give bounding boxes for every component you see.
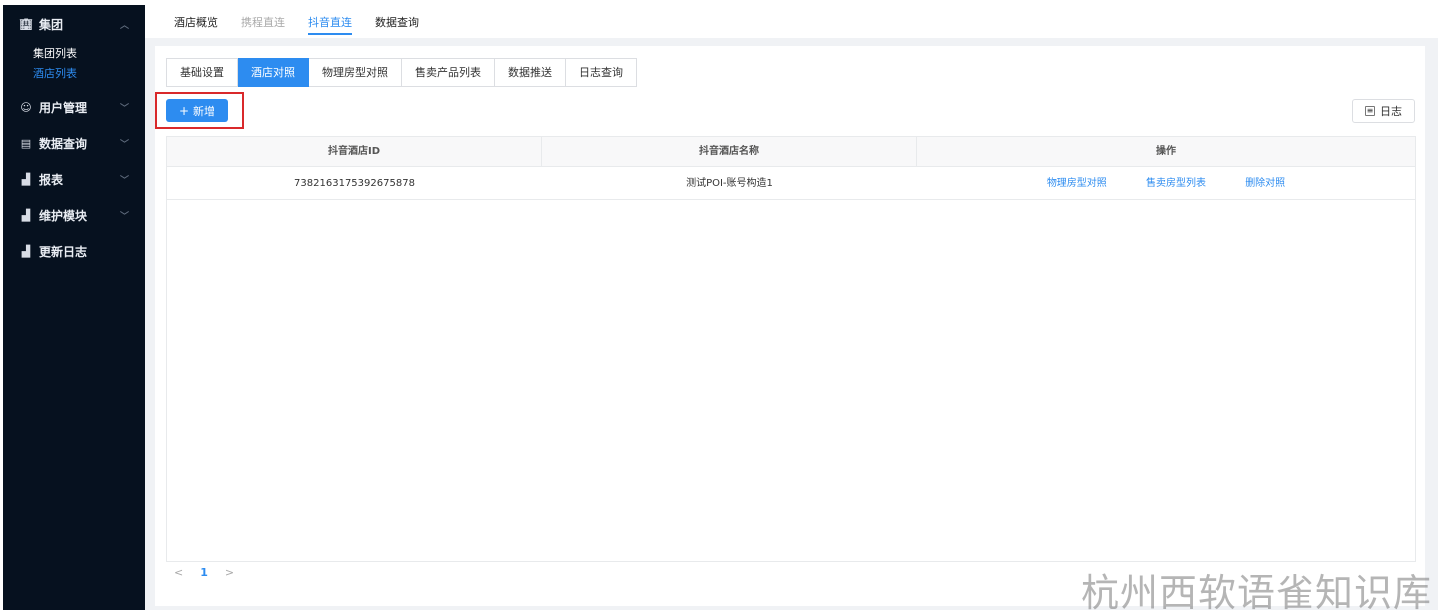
cell-hotel-name: 测试POI-账号构造1 bbox=[686, 178, 773, 189]
column-header-douyin-hotel-id: 抖音酒店ID bbox=[167, 137, 542, 166]
column-header-douyin-hotel-name: 抖音酒店名称 bbox=[542, 137, 917, 166]
sidebar-item-label: 报表 bbox=[39, 172, 64, 187]
subtab-physical-room-mapping[interactable]: 物理房型对照 bbox=[309, 58, 402, 87]
prev-page-button[interactable]: < bbox=[174, 566, 183, 579]
page-number-current[interactable]: 1 bbox=[200, 566, 208, 579]
chevron-up-icon: ︿ bbox=[119, 21, 129, 31]
tab-hotel-overview[interactable]: 酒店概览 bbox=[174, 5, 218, 41]
tab-data-query[interactable]: 数据查询 bbox=[375, 5, 419, 41]
add-button[interactable]: + 新增 bbox=[166, 99, 228, 122]
bar-chart-icon: ▟ bbox=[21, 208, 31, 222]
cell-hotel-id: 7382163175392675878 bbox=[294, 178, 415, 189]
bar-chart-icon: ▟ bbox=[21, 172, 31, 186]
chevron-down-icon: ﹀ bbox=[119, 176, 129, 186]
building-icon: 🏢︎ bbox=[19, 17, 33, 31]
add-button-label: 新增 bbox=[193, 104, 216, 118]
document-search-icon: ▤ bbox=[20, 136, 32, 150]
sidebar-item-label: 维护模块 bbox=[39, 208, 88, 223]
sidebar-item-group[interactable]: 🏢︎ 集团 ︿ bbox=[3, 6, 145, 42]
hotel-mapping-table: 抖音酒店ID 抖音酒店名称 操作 7382163175392675878 测试P… bbox=[166, 136, 1416, 562]
log-button[interactable]: ≡ 日志 bbox=[1352, 99, 1415, 123]
sub-tabs: 基础设置 酒店对照 物理房型对照 售卖产品列表 数据推送 日志查询 bbox=[166, 58, 637, 87]
subtab-hotel-mapping[interactable]: 酒店对照 bbox=[238, 58, 309, 87]
plus-icon: + bbox=[178, 103, 190, 118]
tab-ctrip-direct[interactable]: 携程直连 bbox=[241, 5, 285, 41]
sidebar-item-data-query[interactable]: ▤ 数据查询 ﹀ bbox=[3, 125, 145, 161]
sidebar-item-maintenance[interactable]: ▟ 维护模块 ﹀ bbox=[3, 197, 145, 233]
chevron-down-icon: ﹀ bbox=[119, 212, 129, 222]
subtab-data-push[interactable]: 数据推送 bbox=[495, 58, 566, 87]
log-icon: ≡ bbox=[1365, 106, 1375, 116]
delete-mapping-link[interactable]: 删除对照 bbox=[1245, 178, 1285, 189]
chevron-down-icon: ﹀ bbox=[119, 140, 129, 150]
bar-chart-icon: ▟ bbox=[21, 244, 31, 258]
table-row: 7382163175392675878 测试POI-账号构造1 物理房型对照 售… bbox=[167, 167, 1415, 200]
app-window: 🏢︎ 集团 ︿ 集团列表 酒店列表 ☺ 用户管理 ﹀ ▤ 数据查询 ﹀ ▟ 报表… bbox=[0, 0, 1442, 615]
sidebar-subitem-group-list[interactable]: 集团列表 bbox=[3, 44, 145, 64]
cell-actions: 物理房型对照 售卖房型列表 删除对照 bbox=[917, 167, 1415, 199]
column-header-actions: 操作 bbox=[1156, 146, 1176, 157]
sale-room-list-link[interactable]: 售卖房型列表 bbox=[1146, 178, 1206, 189]
user-icon: ☺ bbox=[20, 100, 32, 114]
sidebar-submenu: 集团列表 酒店列表 bbox=[3, 42, 145, 89]
watermark: 杭州西软语雀知识库 bbox=[1080, 571, 1432, 615]
sidebar-item-user-management[interactable]: ☺ 用户管理 ﹀ bbox=[3, 89, 145, 125]
top-nav: 酒店概览 携程直连 抖音直连 数据查询 bbox=[145, 5, 1438, 41]
sidebar-item-label: 用户管理 bbox=[39, 100, 88, 115]
sidebar-item-changelog[interactable]: ▟ 更新日志 bbox=[3, 233, 145, 269]
sidebar-item-label: 集团 bbox=[39, 17, 64, 32]
sidebar-item-label: 更新日志 bbox=[39, 244, 88, 259]
sidebar: 🏢︎ 集团 ︿ 集团列表 酒店列表 ☺ 用户管理 ﹀ ▤ 数据查询 ﹀ ▟ 报表… bbox=[3, 5, 145, 610]
sidebar-subitem-hotel-list[interactable]: 酒店列表 bbox=[3, 64, 145, 84]
sidebar-item-label: 数据查询 bbox=[39, 136, 88, 151]
table-header: 抖音酒店ID 抖音酒店名称 操作 bbox=[167, 137, 1415, 167]
subtab-sale-product-list[interactable]: 售卖产品列表 bbox=[402, 58, 495, 87]
chevron-down-icon: ﹀ bbox=[119, 104, 129, 114]
log-button-label: 日志 bbox=[1380, 105, 1402, 118]
next-page-button[interactable]: > bbox=[225, 566, 234, 579]
pagination: < 1 > bbox=[174, 566, 234, 579]
subtab-log-query[interactable]: 日志查询 bbox=[566, 58, 637, 87]
physical-room-mapping-link[interactable]: 物理房型对照 bbox=[1047, 178, 1107, 189]
sidebar-item-reports[interactable]: ▟ 报表 ﹀ bbox=[3, 161, 145, 197]
subtab-basic-settings[interactable]: 基础设置 bbox=[166, 58, 238, 87]
tab-douyin-direct[interactable]: 抖音直连 bbox=[308, 5, 352, 35]
